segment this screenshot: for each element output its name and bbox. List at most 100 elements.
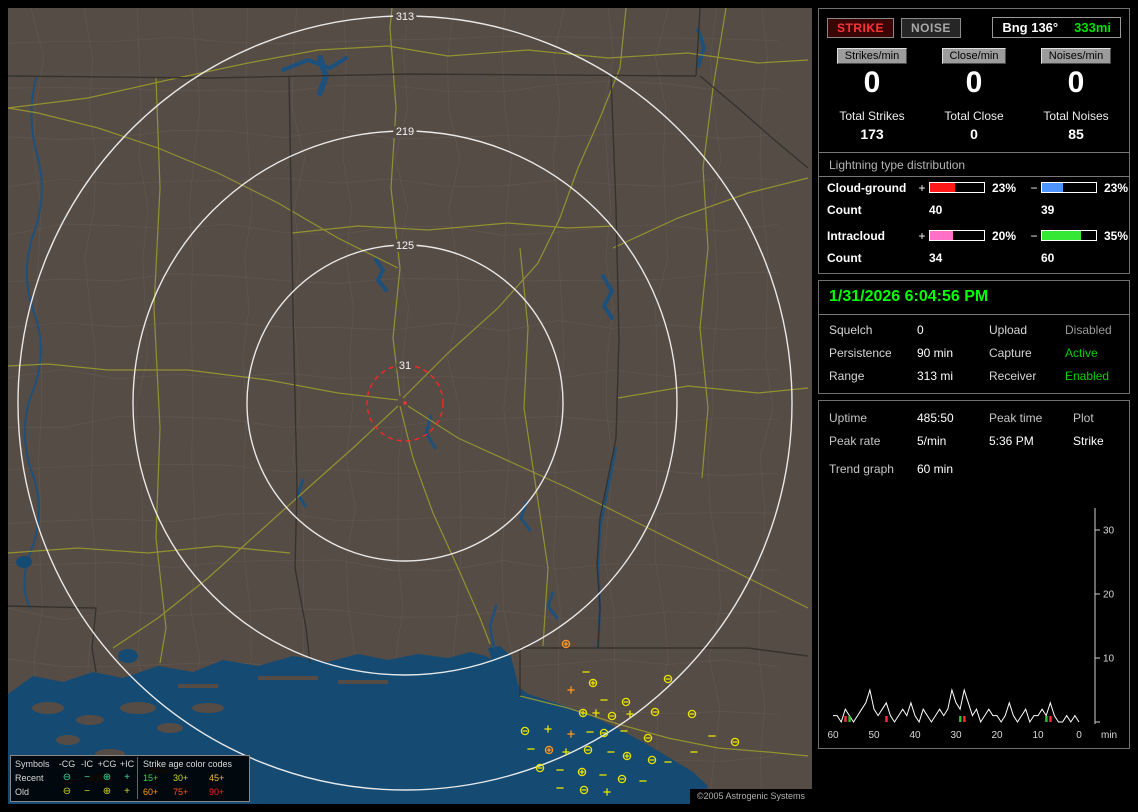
counter-noises: Noises/min 0 Total Noises 85 bbox=[1025, 48, 1127, 142]
indicator-row: STRIKE NOISE Bng 136° 333mi bbox=[819, 9, 1129, 44]
x-unit-label: min bbox=[1101, 730, 1117, 741]
cg-neg-count: 39 bbox=[1041, 202, 1055, 217]
legend-symbol-negic: − bbox=[84, 786, 90, 797]
legend-age-15: 15+ bbox=[137, 771, 173, 785]
x-tick-label: 40 bbox=[909, 730, 921, 741]
trend-marker bbox=[844, 715, 847, 722]
y-tick-label: 10 bbox=[1103, 653, 1115, 664]
copyright-notice: ©2005 Astrogenic Systems bbox=[689, 789, 812, 804]
trend-graph: 10 20 30 60 50 40 30 20 10 0 min bbox=[827, 507, 1117, 741]
trend-marker bbox=[1045, 715, 1048, 722]
legend-col-neg-ic: -IC bbox=[81, 759, 93, 769]
uptime-value: 485:50 bbox=[917, 410, 954, 425]
legend-age-45: 45+ bbox=[209, 773, 225, 783]
x-tick-label: 50 bbox=[868, 730, 880, 741]
app-window: 31 125 219 313 Symbols -CG -IC +CG +IC Stri… bbox=[0, 0, 1138, 812]
ic-pos-count: 34 bbox=[929, 250, 943, 265]
legend-row-label: Old bbox=[15, 787, 30, 797]
control-panel: STRIKE NOISE Bng 136° 333mi Strikes/min … bbox=[818, 8, 1130, 755]
strikes-per-min-button[interactable]: Strikes/min bbox=[836, 48, 908, 64]
legend-symbol-posic: + bbox=[124, 772, 130, 783]
legend-age-90: 90+ bbox=[209, 787, 225, 797]
noises-per-min-button[interactable]: Noises/min bbox=[1040, 48, 1112, 64]
legend-col-pos-ic: +IC bbox=[119, 759, 135, 769]
intracloud-label: Intracloud bbox=[827, 228, 886, 243]
legend-age-30: 30+ bbox=[173, 773, 189, 783]
cloud-ground-count-row: Count 40 39 bbox=[819, 197, 1129, 225]
legend-symbol-negcg: ⊖ bbox=[62, 786, 72, 797]
trend-graph-row: Trend graph 60 min bbox=[819, 454, 1129, 478]
squelch-label: Squelch bbox=[829, 322, 873, 337]
distribution-title: Lightning type distribution bbox=[829, 157, 966, 172]
uptime-label: Uptime bbox=[829, 410, 868, 425]
total-noises-value: 85 bbox=[1068, 125, 1084, 142]
lightning-map[interactable]: 31 125 219 313 bbox=[8, 8, 812, 804]
strike-legend: Symbols -CG -IC +CG +IC Strike age color… bbox=[10, 755, 250, 802]
cg-pos-count: 40 bbox=[929, 202, 943, 217]
trend-marker bbox=[959, 715, 962, 722]
plus-sign: + bbox=[918, 180, 926, 195]
x-tick-label: 30 bbox=[950, 730, 962, 741]
cg-pos-percent: 23% bbox=[992, 180, 1017, 195]
intracloud-count-row: Count 34 60 bbox=[819, 245, 1129, 273]
ring-label-31: 31 bbox=[399, 360, 411, 372]
peak-time-label: Peak time bbox=[989, 410, 1043, 425]
rate-counters: Strikes/min 0 Total Strikes 173 Close/mi… bbox=[819, 44, 1129, 152]
legend-row-label: Recent bbox=[15, 773, 44, 783]
noises-per-min-value: 0 bbox=[1067, 66, 1085, 99]
strikes-per-min-value: 0 bbox=[863, 66, 881, 99]
peak-rate-label: Peak rate bbox=[829, 433, 881, 448]
minus-sign: − bbox=[1030, 228, 1038, 243]
capture-status: Active bbox=[1065, 345, 1098, 360]
map-area: 31 125 219 313 Symbols -CG -IC +CG +IC Stri… bbox=[8, 8, 812, 804]
count-label: Count bbox=[827, 250, 862, 265]
total-noises-label: Total Noises bbox=[1043, 108, 1109, 123]
range-readout-value: 333mi bbox=[1074, 20, 1111, 35]
legend-age-60: 60+ bbox=[137, 785, 173, 799]
uptime-peak-grid: Uptime 485:50 Peak time Plot Peak rate 5… bbox=[819, 401, 1129, 454]
counter-close: Close/min 0 Total Close 0 bbox=[923, 48, 1025, 142]
total-strikes-value: 173 bbox=[860, 125, 884, 142]
y-tick-label: 30 bbox=[1103, 525, 1115, 536]
cg-pos-bar bbox=[929, 182, 985, 193]
squelch-value: 0 bbox=[917, 322, 924, 337]
legend-symbol-posic: + bbox=[124, 786, 130, 797]
upload-label: Upload bbox=[989, 322, 1028, 337]
noise-indicator[interactable]: NOISE bbox=[901, 17, 961, 38]
ic-pos-percent: 20% bbox=[992, 228, 1017, 243]
trend-graph-label: Trend graph bbox=[829, 461, 894, 476]
ic-neg-count: 60 bbox=[1041, 250, 1055, 265]
persistence-label: Persistence bbox=[829, 345, 892, 360]
legend-col-pos-cg: +CG bbox=[97, 759, 117, 769]
count-label: Count bbox=[827, 202, 862, 217]
x-tick-label: 0 bbox=[1076, 730, 1082, 741]
close-per-min-value: 0 bbox=[965, 66, 983, 99]
peak-rate-value: 5/min bbox=[917, 433, 947, 448]
close-per-min-button[interactable]: Close/min bbox=[941, 48, 1007, 64]
total-strikes-label: Total Strikes bbox=[839, 108, 905, 123]
cg-neg-bar bbox=[1041, 182, 1097, 193]
capture-label: Capture bbox=[989, 345, 1032, 360]
minus-sign: − bbox=[1030, 180, 1038, 195]
x-tick-label: 20 bbox=[991, 730, 1003, 741]
legend-header-row: Symbols -CG -IC +CG +IC Strike age color… bbox=[15, 757, 245, 771]
range-value: 313 mi bbox=[917, 368, 954, 383]
x-tick-label: 60 bbox=[827, 730, 839, 741]
plot-label: Plot bbox=[1073, 410, 1094, 425]
bearing-range-readout: Bng 136° 333mi bbox=[992, 17, 1121, 38]
legend-age-title: Strike age color codes bbox=[137, 757, 245, 771]
ring-label-219: 219 bbox=[396, 126, 414, 138]
legend-symbols-title: Symbols bbox=[15, 759, 50, 769]
legend-symbol-negcg: ⊖ bbox=[62, 772, 72, 783]
ic-neg-bar bbox=[1041, 230, 1097, 241]
trend-marker bbox=[963, 715, 966, 722]
plus-sign: + bbox=[918, 228, 926, 243]
intracloud-row: Intracloud + 20% − 35% bbox=[819, 225, 1129, 245]
status-grid: Squelch 0 Upload Disabled Persistence 90… bbox=[819, 315, 1129, 393]
legend-recent-row: Recent ⊖ − ⊕ +15+ 30+ 45+ bbox=[15, 771, 245, 785]
total-close-value: 0 bbox=[970, 125, 978, 142]
strike-rate-trace bbox=[833, 687, 1080, 723]
plot-value: Strike bbox=[1073, 433, 1104, 448]
persistence-value: 90 min bbox=[917, 345, 954, 360]
strike-indicator[interactable]: STRIKE bbox=[827, 17, 895, 38]
